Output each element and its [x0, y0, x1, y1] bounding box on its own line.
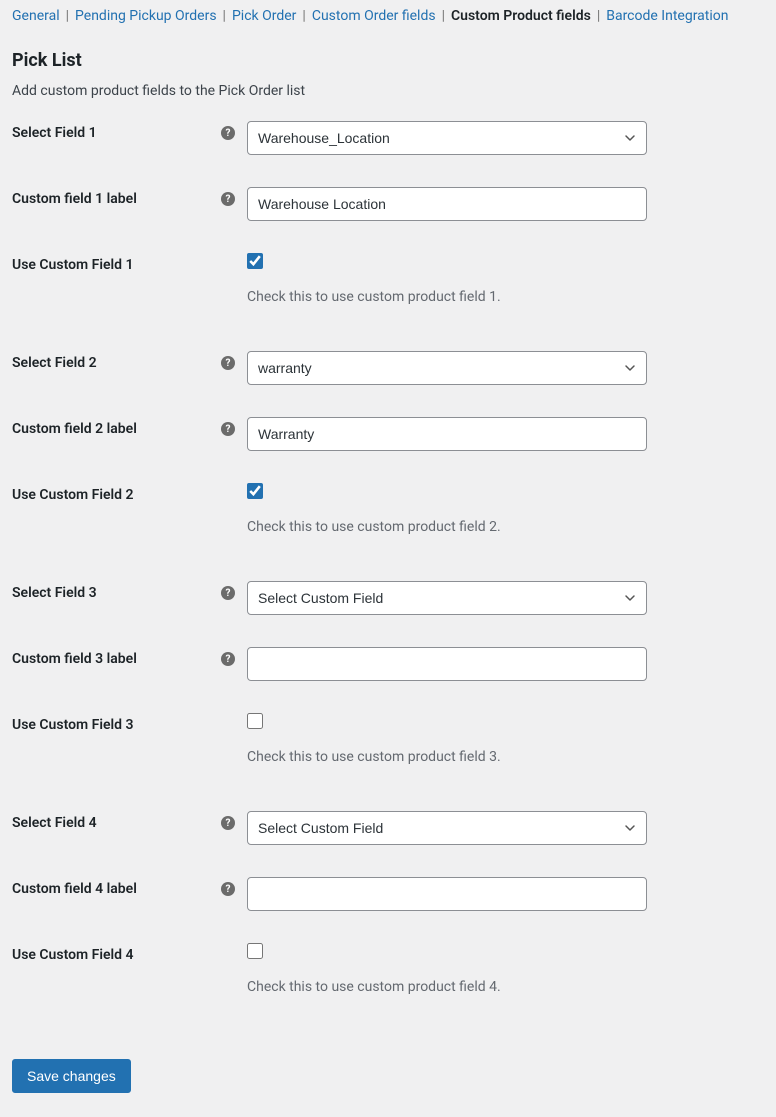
nav-tab[interactable]: Barcode Integration [606, 8, 728, 24]
custom-field-3-label-label: Custom field 3 label [12, 651, 137, 667]
custom-field-1-label-input[interactable] [247, 187, 647, 221]
custom-field-4-label-input[interactable] [247, 877, 647, 911]
custom-field-4-label-label: Custom field 4 label [12, 881, 137, 897]
help-icon[interactable]: ? [221, 422, 235, 436]
select-field-3-label: Select Field 3 [12, 585, 97, 601]
use-custom-field-2-checkbox[interactable] [247, 483, 263, 499]
use-custom-field-2-label: Use Custom Field 2 [12, 487, 134, 503]
nav-separator: | [597, 8, 600, 24]
save-button[interactable]: Save changes [12, 1059, 131, 1093]
nav-separator: | [66, 8, 69, 24]
custom-field-2-label-input[interactable] [247, 417, 647, 451]
help-icon[interactable]: ? [221, 126, 235, 140]
custom-field-3-label-input[interactable] [247, 647, 647, 681]
use-custom-field-1-help: Check this to use custom product field 1… [247, 289, 647, 305]
select-field-4[interactable]: Select Custom Field [247, 811, 647, 845]
help-icon[interactable]: ? [221, 586, 235, 600]
page-subhead: Add custom product fields to the Pick Or… [12, 83, 764, 99]
nav-tab[interactable]: General [12, 8, 60, 24]
select-field-2[interactable]: warranty [247, 351, 647, 385]
nav-tab[interactable]: Custom Product fields [451, 8, 591, 24]
nav-separator: | [223, 8, 226, 24]
use-custom-field-3-label: Use Custom Field 3 [12, 717, 134, 733]
use-custom-field-3-help: Check this to use custom product field 3… [247, 749, 647, 765]
select-field-4-label: Select Field 4 [12, 815, 97, 831]
nav-tab[interactable]: Pick Order [232, 8, 296, 24]
select-field-3[interactable]: Select Custom Field [247, 581, 647, 615]
use-custom-field-1-label: Use Custom Field 1 [12, 257, 134, 273]
help-icon[interactable]: ? [221, 882, 235, 896]
nav-separator: | [442, 8, 445, 24]
help-icon[interactable]: ? [221, 192, 235, 206]
nav-tab[interactable]: Pending Pickup Orders [75, 8, 217, 24]
select-field-1-label: Select Field 1 [12, 125, 97, 141]
help-icon[interactable]: ? [221, 356, 235, 370]
custom-field-1-label-label: Custom field 1 label [12, 191, 137, 207]
use-custom-field-3-checkbox[interactable] [247, 713, 263, 729]
select-field-2-label: Select Field 2 [12, 355, 97, 371]
use-custom-field-1-checkbox[interactable] [247, 253, 263, 269]
use-custom-field-2-help: Check this to use custom product field 2… [247, 519, 647, 535]
use-custom-field-4-checkbox[interactable] [247, 943, 263, 959]
subnav: General | Pending Pickup Orders | Pick O… [12, 8, 764, 30]
nav-separator: | [302, 8, 305, 24]
page-title: Pick List [12, 50, 764, 71]
custom-field-2-label-label: Custom field 2 label [12, 421, 137, 437]
help-icon[interactable]: ? [221, 816, 235, 830]
select-field-1[interactable]: Warehouse_Location [247, 121, 647, 155]
use-custom-field-4-label: Use Custom Field 4 [12, 947, 134, 963]
help-icon[interactable]: ? [221, 652, 235, 666]
use-custom-field-4-help: Check this to use custom product field 4… [247, 979, 647, 995]
nav-tab[interactable]: Custom Order fields [312, 8, 436, 24]
